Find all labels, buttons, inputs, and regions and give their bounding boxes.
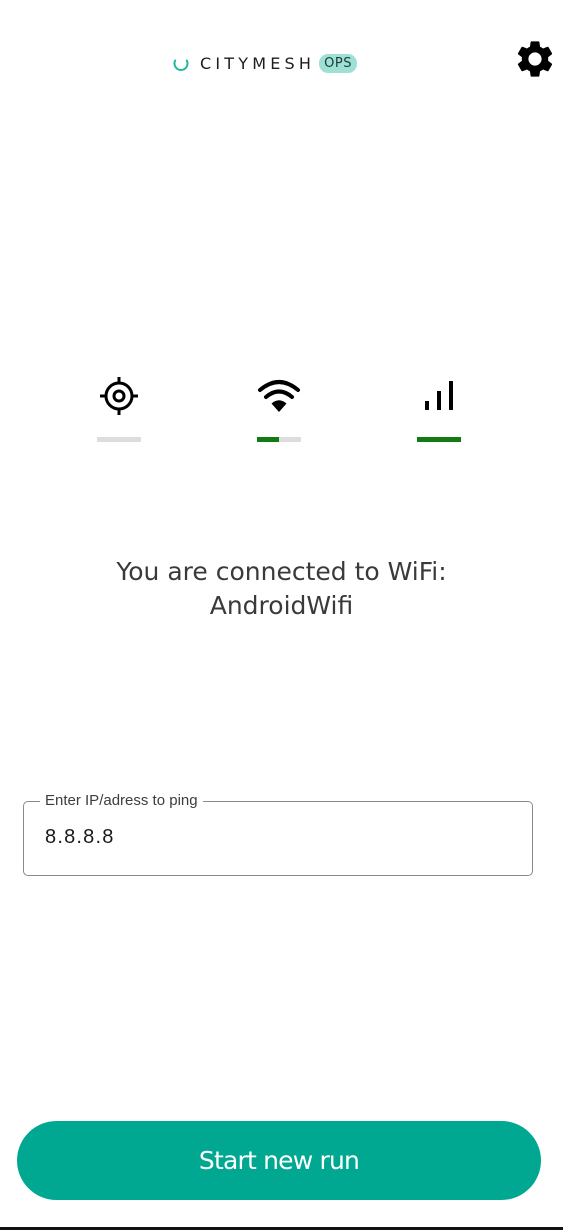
settings-button[interactable] xyxy=(513,37,557,81)
ping-address-label: Enter IP/adress to ping xyxy=(40,792,203,810)
brand-logo: CITYMESH OPS xyxy=(172,51,357,75)
gear-icon xyxy=(517,41,553,77)
wifi-level-bar xyxy=(257,437,301,442)
gps-target-icon xyxy=(100,377,138,415)
connection-message: You are connected to WiFi: AndroidWifi xyxy=(0,555,563,623)
connected-network-name: AndroidWifi xyxy=(209,591,354,620)
brand-badge: OPS xyxy=(319,53,357,73)
start-new-run-button[interactable]: Start new run xyxy=(17,1121,541,1200)
citymesh-logo-icon xyxy=(173,59,189,71)
ping-address-input[interactable] xyxy=(45,823,505,851)
cellular-level-bar xyxy=(417,437,461,442)
cellular-status xyxy=(417,374,461,442)
wifi-status xyxy=(257,374,301,442)
brand-name: CITYMESH xyxy=(200,53,316,73)
signal-bars-icon xyxy=(425,381,453,410)
location-status xyxy=(97,374,141,442)
location-level-bar xyxy=(97,437,141,442)
connection-message-line: You are connected to WiFi: xyxy=(116,557,447,586)
ping-address-field[interactable]: Enter IP/adress to ping xyxy=(23,792,533,876)
wifi-icon xyxy=(258,380,300,412)
